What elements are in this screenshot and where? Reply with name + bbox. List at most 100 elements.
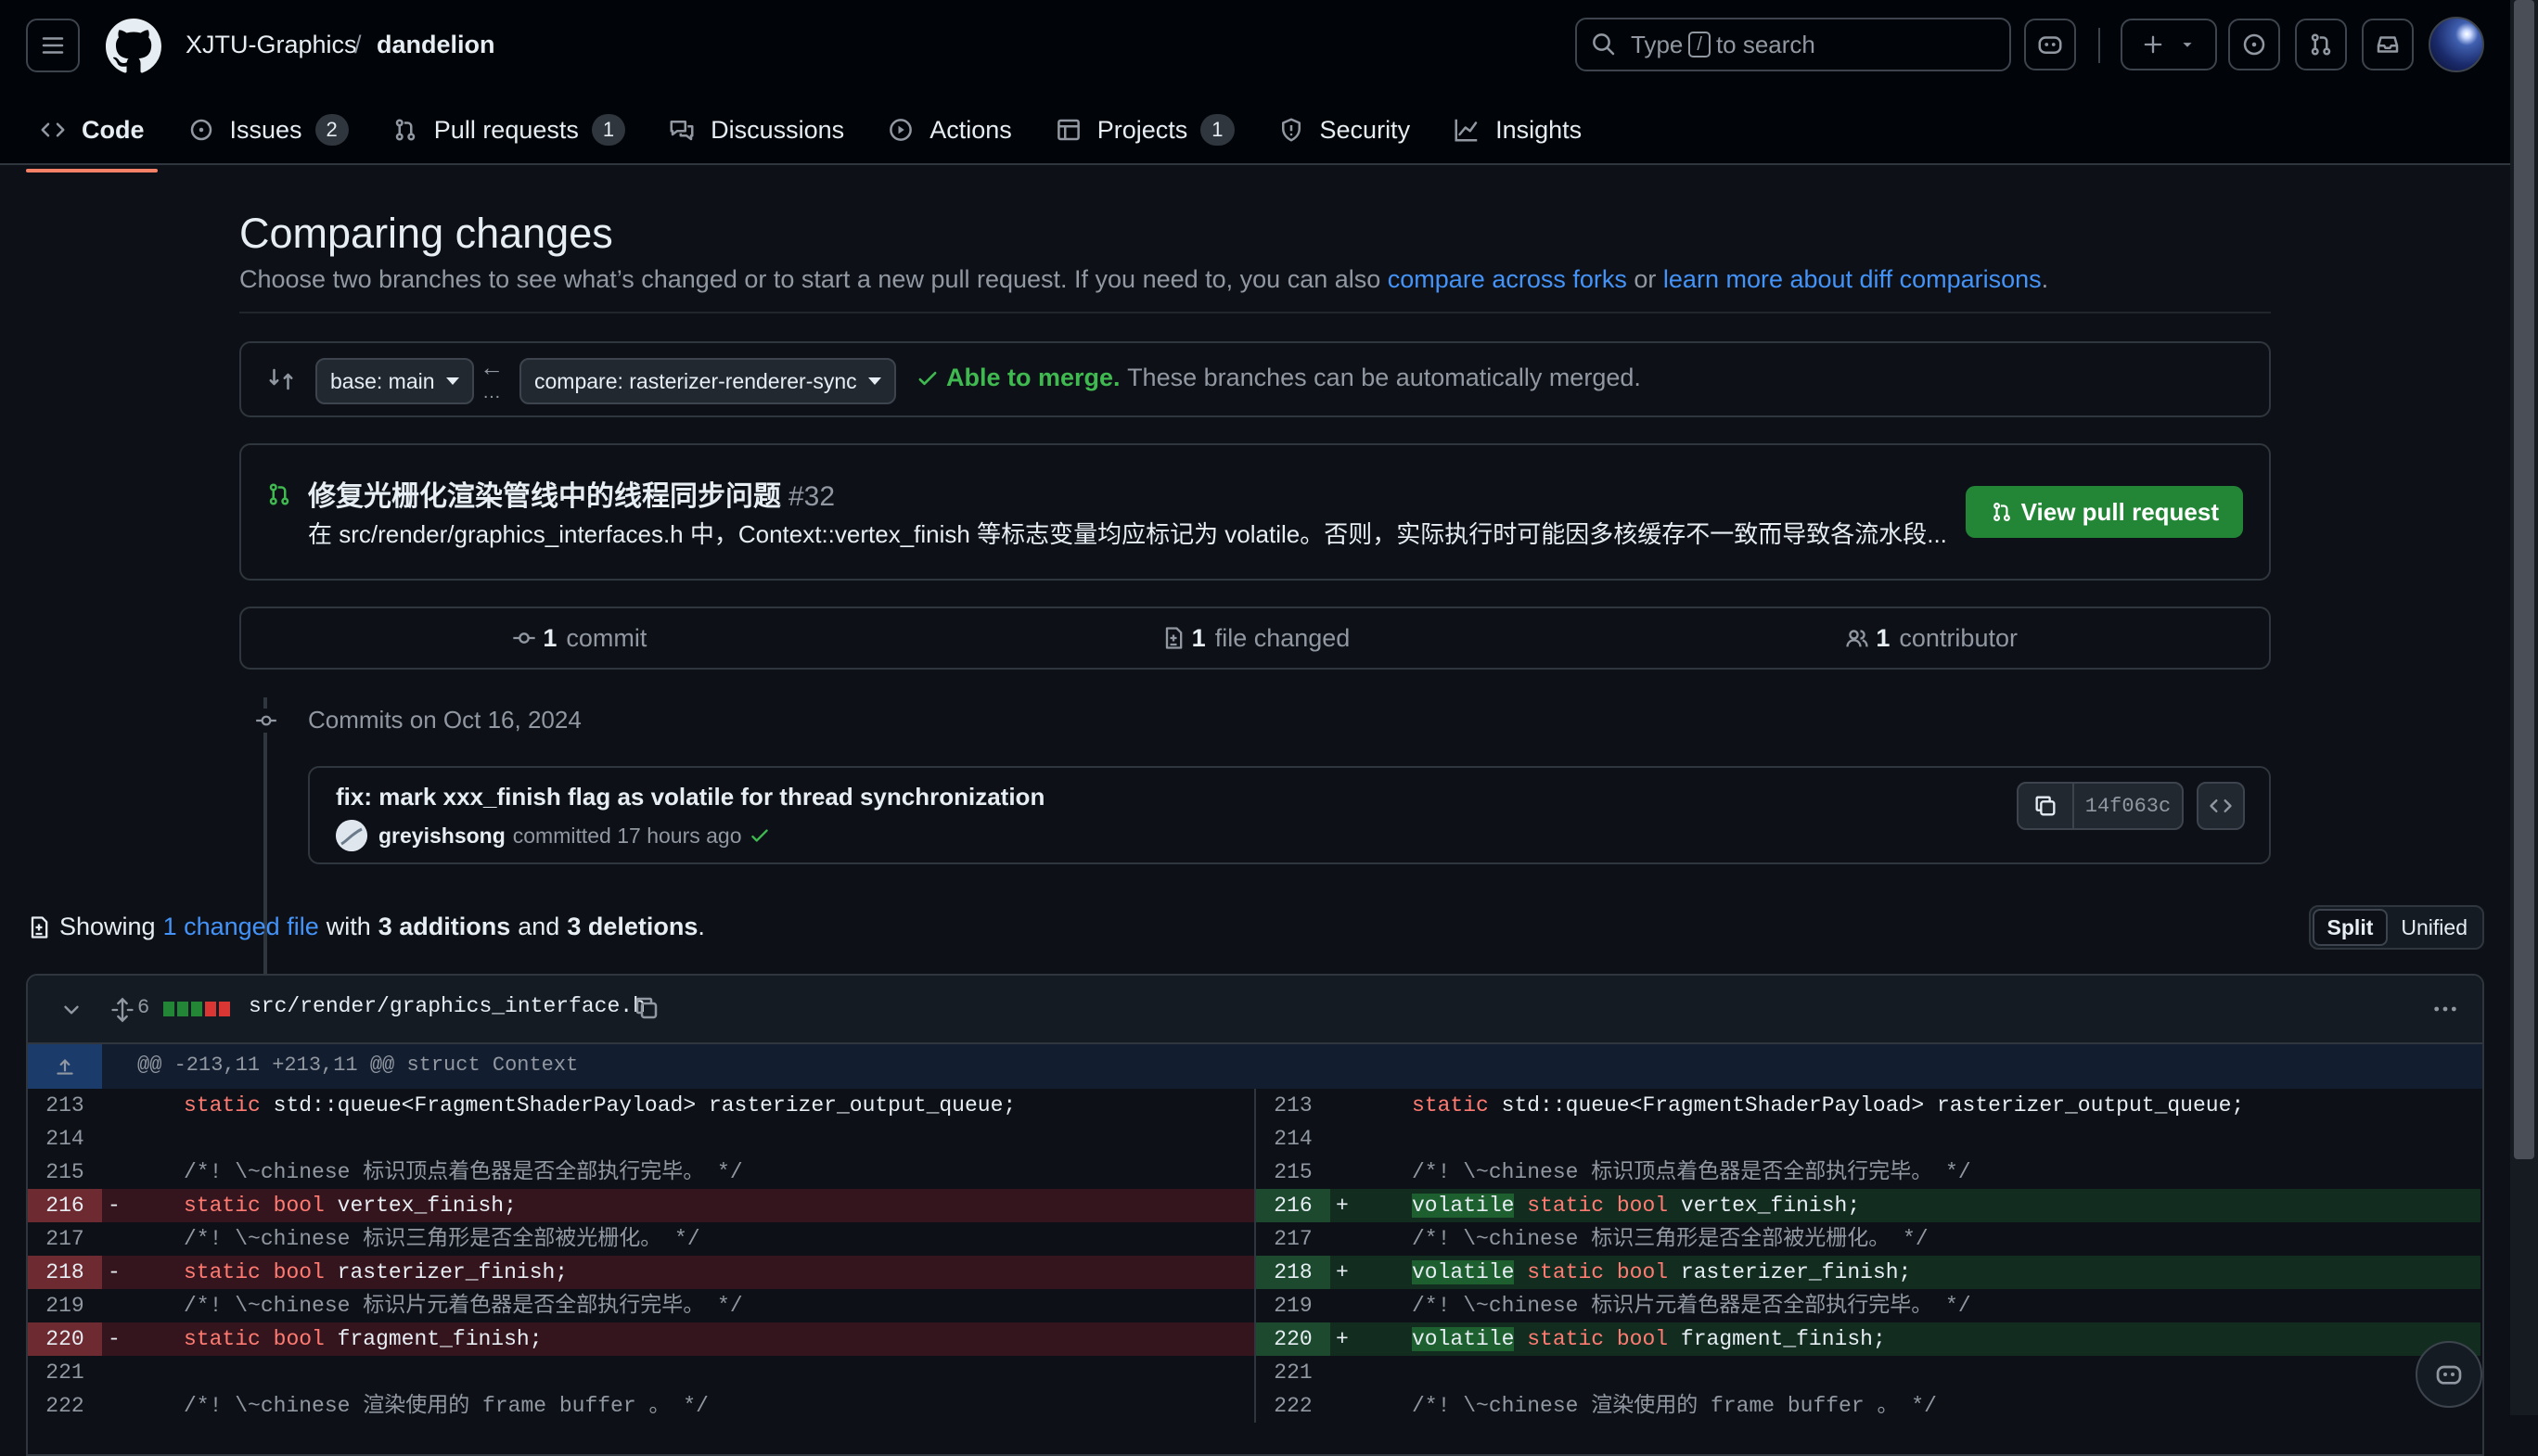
line-number[interactable]: 213 [28, 1089, 102, 1122]
line-number[interactable]: 222 [28, 1389, 102, 1423]
contributors-stat[interactable]: 1 contributor [1593, 608, 2269, 668]
copilot-icon [2436, 1365, 2462, 1385]
commit-message[interactable]: fix: mark xxx_finish flag as volatile fo… [336, 783, 1045, 811]
code-text: /*! \~chinese 渲染使用的 frame buffer 。 */ [1412, 1389, 1937, 1423]
copilot-button[interactable] [2024, 19, 2076, 70]
line-number[interactable]: 220 [28, 1322, 102, 1356]
diff-sign: + [1336, 1194, 1349, 1218]
code-text: volatile static bool fragment_finish; [1412, 1327, 1886, 1351]
tab-actions-label: Actions [929, 115, 1012, 144]
inbox-button[interactable] [2362, 19, 2414, 70]
compare-branch-select[interactable]: compare: rasterizer-renderer-sync [519, 358, 896, 404]
diffstat-add-block [191, 1002, 202, 1016]
tab-discussions[interactable]: Discussions [655, 107, 857, 153]
issues-button[interactable] [2228, 19, 2280, 70]
line-number[interactable]: 216 [28, 1189, 102, 1222]
line-number[interactable]: 218 [1256, 1256, 1330, 1289]
copy-sha-button[interactable] [2019, 784, 2074, 828]
line-number[interactable]: 215 [1256, 1156, 1330, 1189]
copy-icon [2035, 796, 2056, 816]
unified-view-button[interactable]: Unified [2388, 909, 2480, 946]
base-branch-select[interactable]: base: main [315, 358, 474, 404]
learn-diff-link[interactable]: learn more about diff comparisons [1663, 265, 2042, 293]
pull-request-open-icon [269, 483, 289, 505]
merge-status-label: Able to merge. [946, 364, 1121, 391]
tab-code[interactable]: Code [26, 107, 158, 172]
diff-left-line: 217 /*! \~chinese 标识三角形是否全部被光栅化。 */ [28, 1222, 1254, 1256]
check-icon[interactable] [748, 824, 772, 848]
chevron-down-icon[interactable] [59, 998, 83, 1022]
create-new-button[interactable] [2121, 19, 2217, 70]
diff-file-path[interactable]: src/render/graphics_interface.h [249, 994, 646, 1018]
page-scrollbar[interactable] [2510, 0, 2538, 1415]
author-avatar[interactable] [336, 820, 367, 851]
user-avatar[interactable] [2429, 17, 2484, 72]
tab-security[interactable]: Security [1264, 107, 1424, 153]
line-number[interactable]: 213 [1256, 1089, 1330, 1122]
browse-repo-button[interactable] [2197, 782, 2245, 830]
copilot-chat-button[interactable] [2416, 1341, 2482, 1408]
search-placeholder-suffix: to search [1715, 30, 1815, 58]
diff-right-line: 222 /*! \~chinese 渲染使用的 frame buffer 。 */ [1254, 1389, 2480, 1423]
tab-pull-requests[interactable]: Pull requests 1 [378, 107, 638, 153]
diff-left-line: 216- static bool vertex_finish; [28, 1189, 1254, 1222]
compare-forks-link[interactable]: compare across forks [1388, 265, 1627, 293]
hunk-header: @@ -213,11 +213,11 @@ struct Context [28, 1044, 2482, 1089]
line-number[interactable]: 217 [28, 1222, 102, 1256]
commit-icon [254, 709, 278, 733]
copy-icon[interactable] [633, 994, 660, 1022]
diff-right-line: 214 [1254, 1122, 2480, 1156]
line-number[interactable]: 214 [28, 1122, 102, 1156]
expand-all-icon[interactable] [109, 997, 135, 1023]
line-number[interactable]: 222 [1256, 1389, 1330, 1423]
kebab-menu-icon[interactable] [2430, 994, 2460, 1024]
files-label: file changed [1214, 623, 1351, 652]
divider [239, 312, 2271, 313]
breadcrumb-owner[interactable]: XJTU-Graphics [186, 26, 357, 63]
line-number[interactable]: 216 [1256, 1189, 1330, 1222]
pr-title-text: 修复光栅化渲染管线中的线程同步问题 [308, 481, 781, 512]
breadcrumb-repo[interactable]: dandelion [377, 26, 495, 63]
diff-sign: - [108, 1194, 121, 1218]
github-logo[interactable] [106, 19, 161, 74]
tab-actions[interactable]: Actions [874, 107, 1025, 153]
tab-issues[interactable]: Issues 2 [174, 107, 362, 153]
code-keyword: static [184, 1260, 261, 1284]
changed-files-link[interactable]: 1 changed file [163, 913, 319, 941]
line-number[interactable]: 219 [28, 1289, 102, 1322]
split-view-button[interactable]: Split [2312, 909, 2389, 946]
pull-requests-button[interactable] [2295, 19, 2347, 70]
hunk-header-text: @@ -213,11 +213,11 @@ struct Context [137, 1054, 579, 1077]
code-comment: /*! \~chinese 标识三角形是否全部被光栅化。 */ [1412, 1227, 1929, 1251]
line-number[interactable]: 221 [28, 1356, 102, 1389]
scrollbar-thumb[interactable] [2514, 0, 2534, 1159]
pr-title[interactable]: 修复光栅化渲染管线中的线程同步问题 #32 [308, 473, 835, 514]
commits-count: 1 [543, 623, 558, 652]
avatar-image-icon [336, 820, 367, 851]
shield-icon [1281, 118, 1301, 142]
view-pull-request-label: View pull request [2020, 497, 2219, 526]
summary-showing: Showing [59, 913, 156, 940]
commits-stat[interactable]: 1 commit [241, 608, 917, 668]
line-number[interactable]: 218 [28, 1256, 102, 1289]
code-text: /*! \~chinese 标识顶点着色器是否全部执行完毕。 */ [184, 1156, 743, 1189]
code-comment: /*! \~chinese 标识三角形是否全部被光栅化。 */ [184, 1227, 700, 1251]
diff-left-line: 221 [28, 1356, 1254, 1389]
commit-author[interactable]: greyishsong [378, 824, 506, 849]
line-number[interactable]: 217 [1256, 1222, 1330, 1256]
added-keyword: volatile [1412, 1194, 1515, 1218]
line-number[interactable]: 221 [1256, 1356, 1330, 1389]
commit-sha[interactable]: 14f063c [2074, 795, 2182, 818]
line-number[interactable]: 214 [1256, 1122, 1330, 1156]
tab-projects[interactable]: Projects 1 [1042, 107, 1248, 153]
menu-button[interactable] [26, 19, 80, 72]
search-input[interactable]: Type / to search [1575, 18, 2011, 71]
expand-up-button[interactable] [28, 1044, 102, 1089]
line-number[interactable]: 220 [1256, 1322, 1330, 1356]
files-stat[interactable]: 1 file changed [917, 608, 1594, 668]
line-number[interactable]: 215 [28, 1156, 102, 1189]
view-pull-request-button[interactable]: View pull request [1965, 486, 2243, 538]
tab-insights[interactable]: Insights [1440, 107, 1595, 153]
code-keyword: static [1527, 1260, 1605, 1284]
line-number[interactable]: 219 [1256, 1289, 1330, 1322]
